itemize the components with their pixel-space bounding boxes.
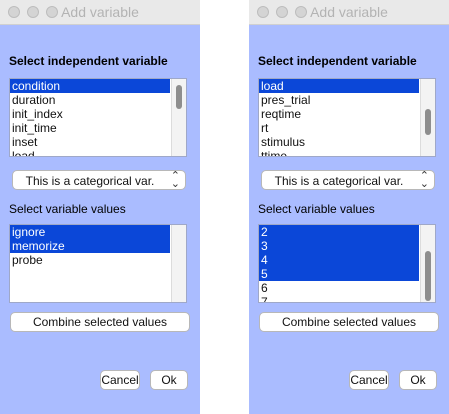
independent-variable-list[interactable]: condition duration init_index init_time … — [9, 78, 187, 157]
list-item[interactable]: reqtime — [259, 107, 419, 121]
list-item[interactable]: pres_trial — [259, 93, 419, 107]
list-item[interactable]: inset — [10, 135, 170, 149]
independent-variable-label: Select independent variable — [258, 54, 417, 68]
list-item[interactable]: 3 — [259, 239, 419, 253]
list-item[interactable]: 7 — [259, 295, 419, 302]
scrollbar[interactable] — [171, 225, 186, 302]
title-bar: Add variable — [0, 0, 200, 25]
list-item[interactable]: rt — [259, 121, 419, 135]
combine-values-button[interactable]: Combine selected values — [10, 312, 190, 332]
title-bar: Add variable — [249, 0, 449, 25]
list-item[interactable]: memorize — [10, 239, 170, 253]
add-variable-window-right: Add variable Select independent variable… — [249, 0, 449, 414]
independent-variable-list[interactable]: load pres_trial reqtime rt stimulus ttim… — [258, 78, 436, 157]
scrollbar[interactable] — [171, 79, 186, 156]
variable-values-label: Select variable values — [9, 202, 126, 216]
scrollbar-thumb[interactable] — [425, 251, 431, 301]
list-item[interactable]: ttime — [259, 149, 419, 156]
list-item[interactable]: stimulus — [259, 135, 419, 149]
list-item[interactable]: probe — [10, 253, 170, 267]
scrollbar-thumb[interactable] — [425, 109, 431, 135]
variable-type-value: This is a categorical var. — [274, 174, 404, 188]
list-item[interactable]: 6 — [259, 281, 419, 295]
cancel-button[interactable]: Cancel — [100, 370, 140, 390]
window-title: Add variable — [61, 4, 139, 20]
list-item[interactable]: duration — [10, 93, 170, 107]
variable-values-list[interactable]: 2 3 4 5 6 7 — [258, 224, 436, 303]
list-item[interactable]: init_time — [10, 121, 170, 135]
ok-button[interactable]: Ok — [150, 370, 188, 390]
variable-type-select[interactable]: This is a categorical var. ⌃ ⌄ — [261, 170, 435, 190]
list-item[interactable]: load — [259, 79, 419, 93]
variable-type-select[interactable]: This is a categorical var. ⌃ ⌄ — [12, 170, 186, 190]
independent-variable-label: Select independent variable — [9, 54, 168, 68]
variable-values-list[interactable]: ignore memorize probe — [9, 224, 187, 303]
list-item[interactable]: ignore — [10, 225, 170, 239]
scrollbar[interactable] — [420, 225, 435, 302]
list-item[interactable]: init_index — [10, 107, 170, 121]
add-variable-window-left: Add variable Select independent variable… — [0, 0, 200, 414]
chevron-up-down-icon: ⌃ ⌄ — [170, 170, 180, 190]
list-item[interactable]: condition — [10, 79, 170, 93]
chevron-up-down-icon: ⌃ ⌄ — [419, 170, 429, 190]
cancel-button[interactable]: Cancel — [349, 370, 389, 390]
scrollbar[interactable] — [420, 79, 435, 156]
combine-values-button[interactable]: Combine selected values — [259, 312, 439, 332]
list-item[interactable]: load — [10, 149, 170, 156]
list-item[interactable]: 2 — [259, 225, 419, 239]
window-title: Add variable — [310, 4, 388, 20]
list-item[interactable]: 4 — [259, 253, 419, 267]
variable-type-value: This is a categorical var. — [25, 174, 155, 188]
variable-values-label: Select variable values — [258, 202, 375, 216]
ok-button[interactable]: Ok — [399, 370, 437, 390]
list-item[interactable]: 5 — [259, 267, 419, 281]
scrollbar-thumb[interactable] — [176, 85, 182, 109]
